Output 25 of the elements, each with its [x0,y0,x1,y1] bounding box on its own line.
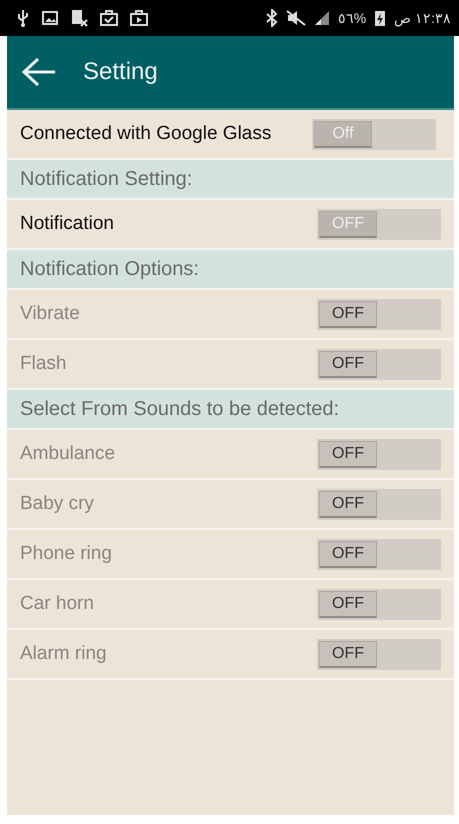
setting-label: Phone ring [20,543,112,565]
section-header: Select From Sounds to be detected: [7,390,454,430]
back-arrow-icon[interactable] [21,57,57,87]
briefcase-check-icon [100,10,118,26]
image-icon [42,11,58,25]
usb-icon [16,9,30,27]
setting-label: Notification [20,213,114,235]
setting-label: Ambulance [20,443,116,465]
setting-label: Flash [20,353,66,375]
battery-charging-icon [374,9,386,27]
screen-title: Setting [83,58,158,86]
section-header: Notification Options: [7,250,454,290]
setting-label: Alarm ring [20,643,107,665]
clock: ١٢:٣٨ ص [394,10,451,26]
mute-icon [286,10,306,26]
setting-label: Vibrate [20,303,80,325]
signal-icon [314,10,330,26]
document-icon [70,9,88,27]
setting-label: Connected with Google Glass [20,123,272,145]
bluetooth-icon [266,9,278,27]
battery-percent: ٥٦% [338,10,366,26]
briefcase-play-icon [130,10,148,26]
setting-label: Car horn [20,593,94,615]
section-header: Notification Setting: [7,160,454,200]
setting-label: Baby cry [20,493,94,515]
